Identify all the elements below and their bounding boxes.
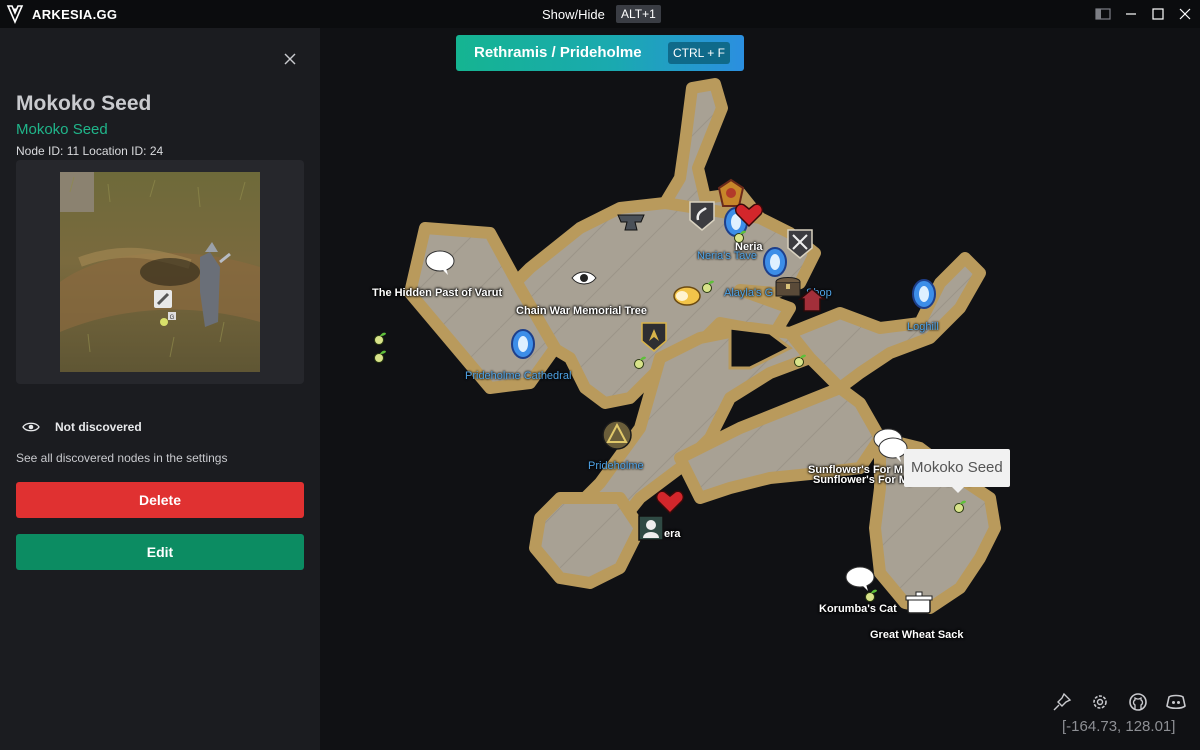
maximize-button[interactable] [1149,5,1167,23]
settings-button[interactable] [1090,692,1110,712]
horn-shield-icon[interactable] [688,200,716,232]
mokoko-seed-icon[interactable] [372,348,388,364]
sidebar-toggle-icon [1095,8,1111,20]
mokoko-seed-icon[interactable] [632,354,648,370]
node-ids: Node ID: 11 Location ID: 24 [16,144,164,158]
close-window-button[interactable] [1176,5,1194,23]
pin-button[interactable] [1052,692,1072,712]
map-label-loghill: Loghill [907,321,939,333]
maximize-icon [1152,8,1164,20]
triforce-icon[interactable] [601,419,633,451]
search-shortcut: CTRL + F [668,42,730,64]
map-label-hidden-past: The Hidden Past of Varut [372,287,503,299]
app-name: ARKESIA.GG [32,7,118,22]
map-label-memorial: Chain War Memorial Tree [516,305,648,317]
map-terrain [404,78,1001,614]
map-canvas[interactable]: Rethramis / Prideholme CTRL + F The Hidd… [320,28,1200,750]
mokoko-seed-icon-selected[interactable] [952,498,968,514]
minimize-button[interactable] [1122,5,1140,23]
map-label-wheat: Great Wheat Sack [870,629,964,641]
breadcrumb-text: Rethramis / Prideholme [474,44,642,61]
heart-icon[interactable] [734,202,764,228]
node-details-panel: Mokoko Seed Mokoko Seed Node ID: 11 Loca… [0,28,320,750]
close-icon [284,53,296,65]
panel-close-button[interactable] [282,51,298,67]
close-icon [1179,8,1191,20]
map-label-korumba: Korumba's Cat [819,603,897,615]
house-icon[interactable] [797,287,827,313]
speech-bubble-icon[interactable] [424,250,456,276]
hover-tooltip: Mokoko Seed [904,449,1010,493]
image-badge: G [170,315,175,321]
node-image-card: G [16,160,304,384]
map-label-cathedral: Prideholme Cathedral [465,370,572,382]
region-breadcrumb[interactable]: Rethramis / Prideholme CTRL + F [456,35,744,71]
node-screenshot: G [60,172,260,372]
settings-hint: See all discovered nodes in the settings [16,451,228,465]
crossed-swords-shield-icon[interactable] [786,228,814,260]
show-hide-label: Show/Hide [542,7,605,22]
eye-icon [22,422,40,432]
map-label-alayla: Alayla's G [724,287,774,299]
discord-icon [1166,694,1186,710]
pin-icon [1053,692,1072,711]
node-type: Mokoko Seed [16,121,108,138]
mokoko-seed-icon[interactable] [732,228,748,244]
show-hide-shortcut: ALT+1 [616,5,661,23]
eye-icon[interactable] [570,268,598,288]
sidebar-toggle-button[interactable] [1094,5,1112,23]
mokoko-seed-icon[interactable] [700,278,716,294]
discovered-label: Not discovered [55,420,142,434]
github-button[interactable] [1128,692,1148,712]
map-label-prideholme: Prideholme [588,460,644,472]
arkesia-logo-icon [6,5,24,24]
bust-icon[interactable] [635,512,667,544]
teleport-portal-icon[interactable] [910,278,938,310]
bread-icon[interactable] [672,283,702,307]
github-icon [1129,693,1147,711]
minimize-icon [1126,13,1136,15]
gear-icon [1093,695,1107,709]
teleport-portal-icon[interactable] [509,328,537,360]
discord-button[interactable] [1166,692,1186,712]
edit-button[interactable]: Edit [16,534,304,570]
node-title: Mokoko Seed [16,92,152,115]
title-bar: ARKESIA.GG Show/Hide ALT+1 [0,0,1200,28]
guild-shield-icon[interactable] [640,321,668,353]
cooking-pot-icon[interactable] [904,591,934,617]
cursor-coordinates: [-164.73, 128.01] [1062,718,1176,735]
mokoko-seed-icon[interactable] [372,330,388,346]
mokoko-seed-icon[interactable] [792,352,808,368]
delete-button[interactable]: Delete [16,482,304,518]
anvil-icon[interactable] [615,210,647,236]
mokoko-seed-icon[interactable] [863,587,879,603]
